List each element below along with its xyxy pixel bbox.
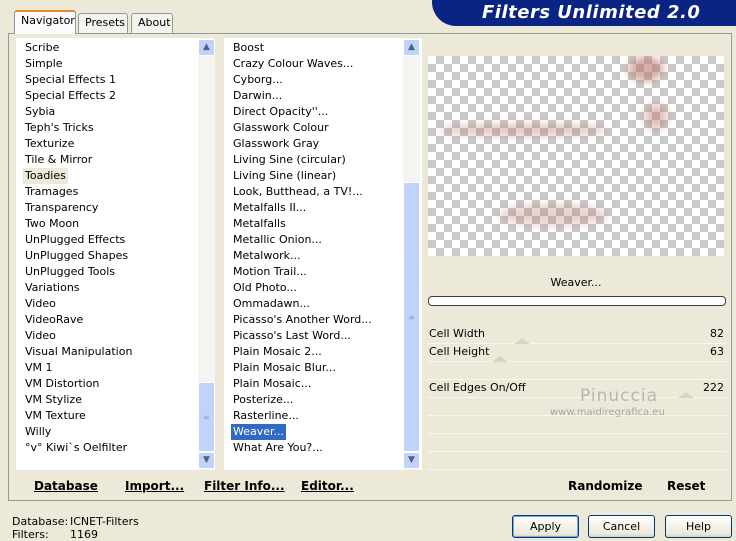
filters-count: 1169 (70, 528, 98, 541)
tab-about[interactable]: About (131, 13, 173, 33)
preview-image (428, 56, 724, 256)
list-item[interactable]: Transparency (25, 200, 98, 216)
scroll-up-icon[interactable]: ▲ (198, 39, 215, 56)
list-item[interactable]: °v° Kiwi`s Oelfilter (25, 440, 127, 456)
database-value: ICNET-Filters (70, 515, 139, 528)
list-item[interactable]: Two Moon (25, 216, 79, 232)
filters-label: Filters: (12, 528, 49, 541)
reset-button[interactable]: Reset (667, 478, 705, 494)
list-item[interactable]: Direct Opacity''... (233, 104, 328, 120)
list-item[interactable]: Picasso's Another Word... (233, 312, 372, 328)
category-scrollbar[interactable]: ▲ ≡ ▼ (198, 38, 215, 470)
list-item[interactable]: Cyborg... (233, 72, 283, 88)
list-item[interactable]: Scribe (25, 40, 59, 56)
category-list[interactable]: Scribe Simple Special Effects 1 Special Eff… (16, 38, 214, 470)
filter-scrollbar[interactable]: ▲ ≡ ▼ (403, 38, 420, 470)
list-item[interactable]: UnPlugged Tools (25, 264, 115, 280)
window-title: Filters Unlimited 2.0 (482, 2, 701, 23)
list-item[interactable]: Living Sine (linear) (233, 168, 336, 184)
randomize-button[interactable]: Randomize (568, 478, 642, 494)
list-item[interactable]: Boost (233, 40, 264, 56)
list-item[interactable]: Video (25, 328, 56, 344)
list-item[interactable]: VideoRave (25, 312, 83, 328)
list-item[interactable]: VM Texture (25, 408, 86, 424)
list-item[interactable]: Darwin... (233, 88, 282, 104)
list-item[interactable]: Old Photo... (233, 280, 297, 296)
list-item[interactable]: Plain Mosaic Blur... (233, 360, 336, 376)
list-item[interactable]: Visual Manipulation (25, 344, 132, 360)
list-item[interactable]: What Are You?... (233, 440, 323, 456)
list-item[interactable]: VM 1 (25, 360, 53, 376)
param-label: Cell Height (429, 345, 490, 358)
scroll-up-icon[interactable]: ▲ (403, 39, 420, 56)
tab-navigator[interactable]: Navigator (14, 10, 76, 34)
cancel-button[interactable]: Cancel (588, 515, 655, 538)
scroll-thumb[interactable]: ≡ (198, 382, 215, 452)
database-button[interactable]: Database (34, 478, 98, 494)
param-cell-height[interactable]: Cell Height 63 (428, 344, 726, 362)
scroll-down-icon[interactable]: ▼ (198, 452, 215, 469)
list-item[interactable]: Video (25, 296, 56, 312)
list-item[interactable]: Tile & Mirror (25, 152, 92, 168)
list-item[interactable]: Special Effects 2 (25, 88, 116, 104)
list-item[interactable]: Toadies (23, 168, 68, 184)
list-item[interactable]: Glasswork Gray (233, 136, 319, 152)
param-empty (428, 452, 726, 470)
apply-button[interactable]: Apply (512, 515, 579, 538)
filter-list[interactable]: Boost Crazy Colour Waves... Cyborg... Darwi… (224, 38, 422, 470)
param-empty (428, 434, 726, 452)
list-item[interactable]: Teph's Tricks (25, 120, 94, 136)
list-item[interactable]: Sybia (25, 104, 55, 120)
progress-bar (428, 296, 726, 306)
param-value: 222 (703, 381, 724, 394)
list-item[interactable]: Picasso's Last Word... (233, 328, 351, 344)
list-item[interactable]: VM Stylize (25, 392, 82, 408)
list-item[interactable]: VM Distortion (25, 376, 99, 392)
tab-presets[interactable]: Presets (78, 13, 128, 33)
list-item[interactable]: Variations (25, 280, 80, 296)
param-label: Cell Width (429, 327, 486, 340)
param-cell-width[interactable]: Cell Width 82 (428, 326, 726, 344)
database-label: Database: (12, 515, 69, 528)
list-item[interactable]: Tramages (25, 184, 78, 200)
list-item[interactable]: Look, Butthead, a TV!... (233, 184, 363, 200)
param-empty (428, 362, 726, 380)
list-item[interactable]: Ommadawn... (233, 296, 310, 312)
list-item[interactable]: Weaver... (231, 424, 287, 440)
param-value: 82 (710, 327, 724, 340)
list-item[interactable]: Glasswork Colour (233, 120, 329, 136)
list-item[interactable]: Plain Mosaic 2... (233, 344, 322, 360)
import-button[interactable]: Import... (125, 478, 184, 494)
param-empty (428, 416, 726, 434)
list-item[interactable]: UnPlugged Shapes (25, 248, 128, 264)
list-item[interactable]: Simple (25, 56, 63, 72)
help-button[interactable]: Help (665, 515, 732, 538)
list-item[interactable]: Metallic Onion... (233, 232, 322, 248)
list-item[interactable]: Living Sine (circular) (233, 152, 346, 168)
list-item[interactable]: Crazy Colour Waves... (233, 56, 353, 72)
selected-filter-name: Weaver... (550, 276, 602, 289)
list-item[interactable]: Metalwork... (233, 248, 300, 264)
scroll-thumb[interactable]: ≡ (403, 182, 420, 452)
list-item[interactable]: Metalfalls II... (233, 200, 306, 216)
watermark-url: www.maidiregrafica.eu (550, 407, 665, 418)
watermark-name: Pinuccia (580, 386, 658, 406)
list-item[interactable]: Special Effects 1 (25, 72, 116, 88)
list-item[interactable]: Texturize (25, 136, 74, 152)
editor-button[interactable]: Editor... (301, 478, 354, 494)
param-label: Cell Edges On/Off (429, 381, 526, 394)
list-item[interactable]: Plain Mosaic... (233, 376, 311, 392)
list-item[interactable]: Metalfalls (233, 216, 286, 232)
param-value: 63 (710, 345, 724, 358)
list-item[interactable]: Rasterline... (233, 408, 299, 424)
list-item[interactable]: Willy (25, 424, 51, 440)
list-item[interactable]: Posterize... (233, 392, 293, 408)
list-item[interactable]: Motion Trail... (233, 264, 307, 280)
scroll-down-icon[interactable]: ▼ (403, 452, 420, 469)
list-item[interactable]: UnPlugged Effects (25, 232, 125, 248)
filter-info-button[interactable]: Filter Info... (204, 478, 285, 494)
